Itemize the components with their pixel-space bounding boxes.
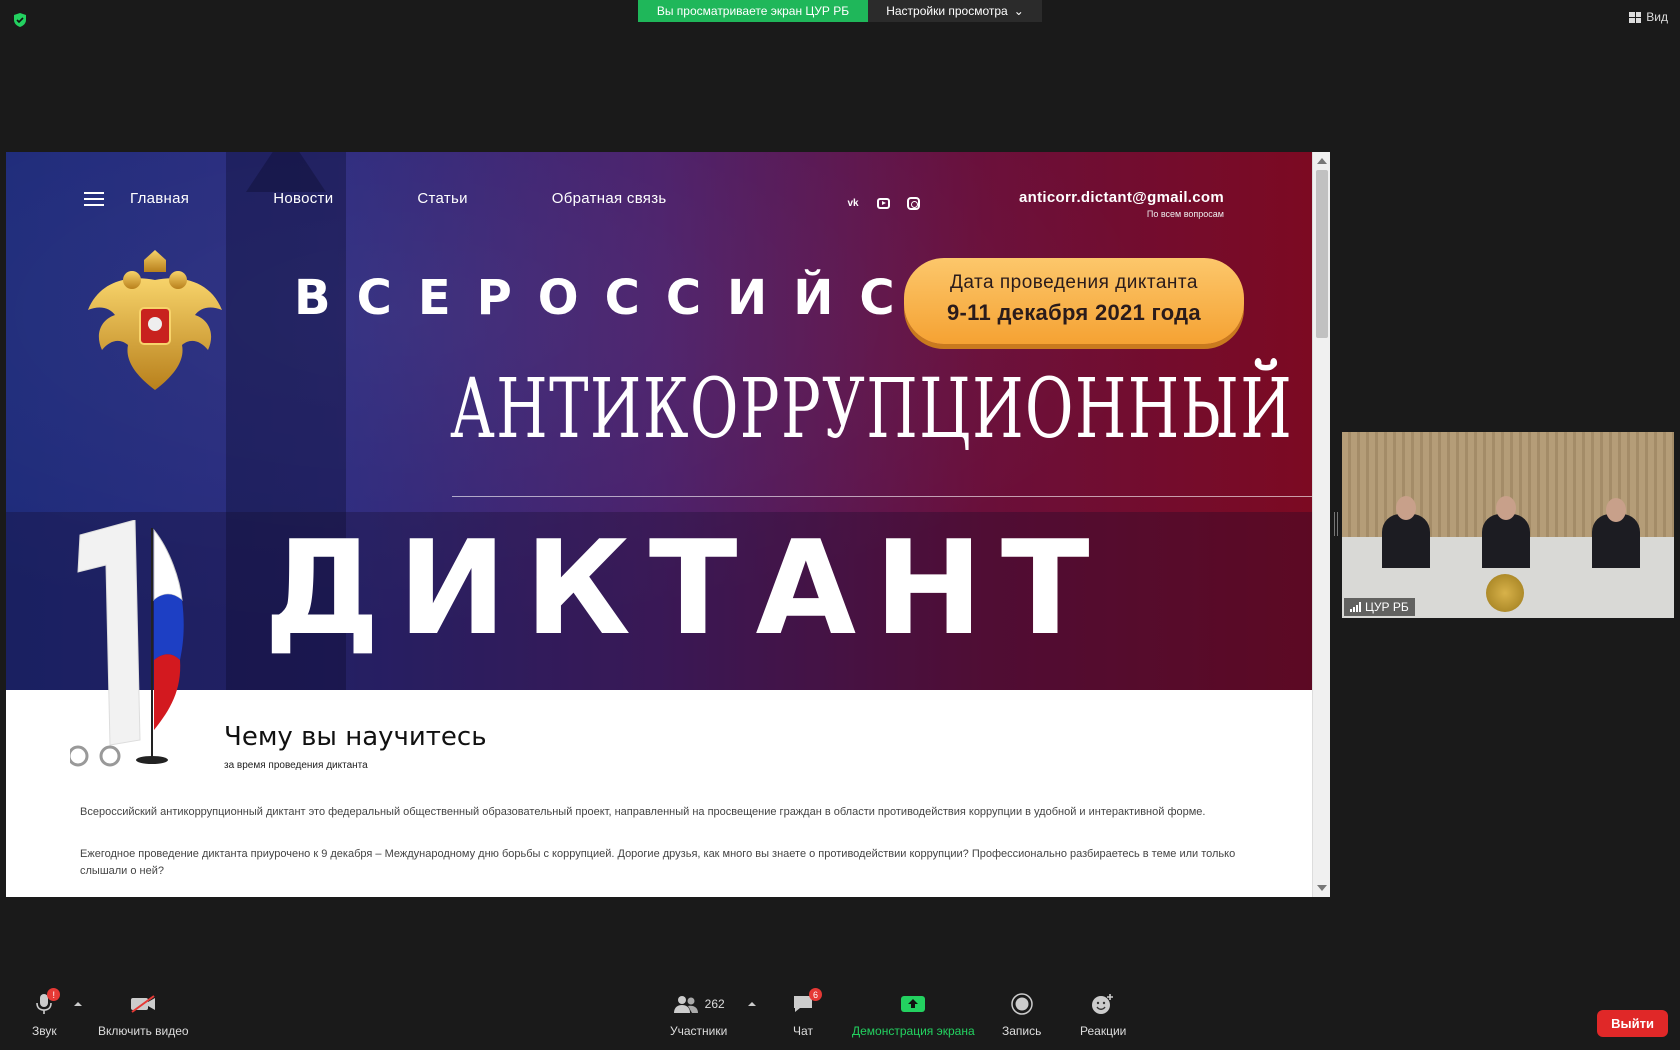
share-screen-button[interactable]: Демонстрация экрана [852, 990, 975, 1038]
participants-label: Участники [670, 1024, 728, 1038]
menu-icon[interactable] [84, 191, 104, 206]
view-settings-button[interactable]: Настройки просмотра ⌄ [868, 0, 1042, 22]
audio-button[interactable]: ! Звук [32, 988, 61, 1038]
record-label: Запись [1002, 1024, 1042, 1038]
microphone-icon: ! [36, 988, 61, 1018]
meeting-topbar: Вы просматриваете экран ЦУР РБ Настройки… [0, 0, 1680, 40]
social-links: vk [846, 196, 920, 210]
reactions-label: Реакции [1080, 1024, 1127, 1038]
record-button[interactable]: Запись [1002, 990, 1041, 1038]
nav-articles[interactable]: Статьи [417, 190, 467, 207]
view-settings-label: Настройки просмотра [886, 4, 1008, 18]
video-person [1482, 514, 1530, 568]
date-value: 9-11 декабря 2021 года [947, 300, 1201, 325]
nav-home[interactable]: Главная [130, 190, 189, 207]
reactions-smiley-icon [1091, 990, 1115, 1018]
security-shield-icon[interactable] [12, 12, 28, 28]
record-icon [1010, 990, 1033, 1018]
start-video-button[interactable]: Включить видео [98, 990, 189, 1038]
panel-resize-handle[interactable] [1334, 512, 1338, 536]
participant-name: ЦУР РБ [1365, 600, 1409, 614]
title-diktant: ДИКТАНТ [264, 512, 1108, 664]
video-person [1382, 514, 1430, 568]
chat-icon: 6 [792, 988, 822, 1018]
video-person-head [1496, 496, 1516, 520]
scroll-down-icon[interactable] [1317, 885, 1327, 891]
video-person-head [1606, 498, 1626, 522]
section-title: Чему вы научитесь [224, 722, 487, 752]
site-nav: Главная Новости Статьи Обратная связь [84, 190, 751, 207]
video-label: Включить видео [98, 1024, 189, 1038]
title-divider [452, 496, 1312, 497]
chat-badge: 6 [809, 988, 822, 1001]
participants-button[interactable]: 262 Участники [670, 990, 727, 1038]
scroll-thumb[interactable] [1316, 170, 1328, 338]
site-hero: Главная Новости Статьи Обратная связь vk… [6, 152, 1312, 690]
reactions-button[interactable]: Реакции [1080, 990, 1126, 1038]
gallery-grid-icon [1629, 11, 1642, 23]
number-one-flag-illustration [67, 519, 190, 770]
title-antikorrupcionny: АНТИКОРРУПЦИОННЫЙ [450, 362, 1294, 457]
participant-name-tag: ЦУР РБ [1344, 598, 1415, 616]
email-subtitle: По всем вопросам [1146, 209, 1224, 219]
viewing-screen-banner: Вы просматриваете экран ЦУР РБ [638, 0, 868, 22]
video-off-icon [130, 990, 156, 1018]
chat-label: Чат [793, 1024, 813, 1038]
participants-icon: 262 [673, 990, 725, 1018]
scroll-up-icon[interactable] [1317, 158, 1327, 164]
republic-seal-icon [1486, 574, 1524, 612]
page-scrollbar[interactable] [1312, 152, 1330, 897]
russian-coat-of-arms-icon [80, 250, 230, 395]
participants-count: 262 [704, 997, 725, 1011]
nav-feedback[interactable]: Обратная связь [552, 190, 667, 207]
audio-options-chevron-icon[interactable] [74, 1002, 82, 1006]
participants-options-chevron-icon[interactable] [748, 1002, 756, 1006]
vk-icon[interactable]: vk [846, 196, 860, 210]
audio-label: Звук [32, 1024, 57, 1038]
section-subtitle: за время проведения диктанта [224, 760, 368, 771]
date-badge: Дата проведения диктанта 9-11 декабря 20… [904, 258, 1244, 344]
video-person-head [1396, 496, 1416, 520]
intro-paragraph: Всероссийский антикоррупционный диктант … [80, 806, 1206, 818]
instagram-icon[interactable] [906, 196, 920, 210]
share-screen-label: Демонстрация экрана [852, 1024, 975, 1038]
youtube-icon[interactable] [876, 196, 890, 210]
meeting-toolbar: ! Звук Включить видео 262 Участники 6 Ча… [0, 988, 1680, 1050]
leave-button[interactable]: Выйти [1597, 1010, 1668, 1037]
view-label: Вид [1646, 10, 1668, 24]
share-screen-icon [900, 990, 926, 1018]
second-paragraph: Ежегодное проведение диктанта приурочено… [80, 848, 1236, 877]
audio-alert-badge: ! [47, 988, 61, 1001]
participant-video-tile[interactable]: ЦУР РБ [1342, 432, 1674, 618]
nav-news[interactable]: Новости [273, 190, 333, 207]
date-label: Дата проведения диктанта [950, 272, 1198, 293]
view-button[interactable]: Вид [1629, 10, 1668, 24]
chat-button[interactable]: 6 Чат [792, 988, 822, 1038]
video-person [1592, 514, 1640, 568]
chevron-down-icon: ⌄ [1013, 4, 1024, 18]
email-address: anticorr.dictant@gmail.com [1019, 189, 1224, 206]
signal-strength-icon [1350, 602, 1361, 612]
shared-screen: Главная Новости Статьи Обратная связь vk… [6, 152, 1330, 897]
contact-email[interactable]: anticorr.dictant@gmail.com По всем вопро… [1019, 189, 1224, 219]
